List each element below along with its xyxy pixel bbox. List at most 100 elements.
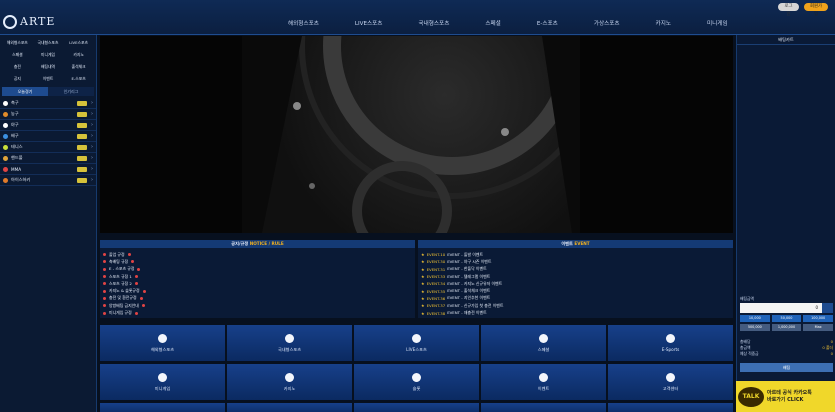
amount-chip[interactable]: 500,000 (740, 324, 770, 331)
amount-chip[interactable]: Max (803, 324, 833, 331)
quick-link[interactable]: 배팅내역 (33, 61, 64, 72)
event-item[interactable]: ★ EVENT.38 EVENT - 재충전 이벤트 (421, 309, 733, 316)
event-header: 이벤트 EVENT (418, 240, 733, 248)
quick-link[interactable]: 공지 (2, 73, 33, 84)
sport-item[interactable]: 아이스하키 › (0, 175, 96, 186)
quick-link[interactable]: 출석체크 (63, 61, 94, 72)
notice-item[interactable]: 스포츠 규정 2 (103, 280, 415, 287)
chevron-right-icon: › (91, 133, 93, 139)
quick-link[interactable]: 카지노 (63, 49, 94, 60)
nav-item[interactable]: 가상스포츠 (576, 18, 638, 30)
notice-item[interactable]: 스포츠 규정 1 (103, 273, 415, 280)
nav-item[interactable]: 카지노 (638, 18, 689, 30)
quick-link[interactable]: 스페셜 (2, 49, 33, 60)
event-code: EVENT.37 (426, 303, 446, 309)
sport-item[interactable]: 배구 › (0, 131, 96, 142)
notice-item[interactable]: E - 스포츠 규정 (103, 266, 415, 273)
count-badge (77, 111, 87, 117)
reset-icon[interactable] (822, 303, 833, 313)
sport-item[interactable]: MMA › (0, 164, 96, 175)
amount-chip[interactable]: 10,000 (740, 315, 770, 322)
sport-label: 농구 (11, 111, 19, 116)
category-tile[interactable]: E-Sports (608, 325, 733, 361)
notice-list: 졸업 규정 축배팅 규정 E - 스포츠 규정 스포츠 규정 1 스포츠 규정 2 카지노… (100, 248, 415, 318)
notice-item[interactable]: 카지노 & 슬롯규정 (103, 287, 415, 294)
quick-link[interactable]: E-스포츠 (63, 73, 94, 84)
event-title: 이벤트 (561, 241, 573, 246)
sport-item[interactable]: 테니스 › (0, 142, 96, 153)
bullet-icon (103, 282, 106, 286)
category-tile[interactable]: 미니게임 (100, 364, 225, 400)
event-item[interactable]: ★ EVENT.36 EVENT - 지인추천 이벤트 (421, 295, 733, 302)
quick-link[interactable]: LIVE스포츠 (63, 37, 94, 48)
place-bet-button[interactable]: 배팅 (740, 363, 833, 372)
category-tile[interactable]: 슬롯 (354, 364, 479, 400)
site-logo[interactable]: ARTE (3, 14, 55, 29)
event-item[interactable]: ★ EVENT.33 EVENT - 텔레그램 이벤트 (421, 273, 733, 280)
notice-title: 공지/규정 (231, 241, 249, 246)
event-text: EVENT - 신규가입 첫 충전 이벤트 (447, 302, 504, 308)
tab-popular[interactable]: 인기리그 (48, 87, 94, 96)
category-tile[interactable]: 해외형스포츠 (100, 325, 225, 361)
event-item[interactable]: ★ EVENT.30 EVENT - 야구 시즌 이벤트 (421, 258, 733, 265)
join-button[interactable]: 회원가입 (804, 3, 828, 17)
nav-item[interactable]: LIVE스포츠 (337, 18, 401, 30)
nav-item[interactable]: 해외형스포츠 (270, 18, 337, 30)
tab-today[interactable]: 오늘경기 (2, 87, 48, 96)
notice-item[interactable]: 축배팅 규정 (103, 258, 415, 265)
chevron-right-icon: › (91, 144, 93, 150)
sport-item[interactable]: 농구 › (0, 109, 96, 120)
sport-icon (3, 177, 8, 183)
nav-item[interactable]: E-스포츠 (519, 18, 576, 30)
notice-item[interactable]: 충전 및 환전규정 (103, 295, 415, 302)
event-item[interactable]: ★ EVENT.35 EVENT - 출석체크 이벤트 (421, 287, 733, 294)
category-tile[interactable]: 카지노 (227, 364, 352, 400)
category-tile[interactable]: 국내형스포츠 (227, 325, 352, 361)
event-code: EVENT.36 (426, 295, 446, 301)
sport-item[interactable]: 핸드볼 › (0, 153, 96, 164)
notice-item[interactable]: 미니게임 규정 (103, 309, 415, 316)
sport-item[interactable]: 야구 › (0, 120, 96, 131)
quick-link[interactable]: 미니게임 (33, 49, 64, 60)
event-text: EVENT - 출석체크 이벤트 (447, 288, 491, 294)
event-text: EVENT - 카지노 신규유저 이벤트 (447, 280, 503, 286)
quick-link[interactable]: 충전 (2, 61, 33, 72)
bet-slip-panel: 배팅카트 배팅금액 0 10,000 50,000 100,000 500,000 1,… (736, 35, 835, 412)
main-nav: 해외형스포츠 LIVE스포츠 국내형스포츠 스페셜 E-스포츠 가상스포츠 카지… (270, 18, 746, 30)
category-tile[interactable]: 이벤트 (481, 364, 606, 400)
category-tile[interactable]: 스페셜 (481, 325, 606, 361)
event-item[interactable]: ★ EVENT.34 EVENT - 카지노 신규유저 이벤트 (421, 280, 733, 287)
amount-chip[interactable]: 1,000,000 (771, 324, 802, 331)
category-tile[interactable] (354, 403, 479, 412)
star-icon: ★ (421, 274, 425, 280)
category-tile[interactable]: 고객센터 (608, 364, 733, 400)
nav-item[interactable]: 미니게임 (689, 18, 746, 30)
sport-label: 야구 (11, 122, 19, 127)
event-item[interactable]: ★ EVENT.37 EVENT - 신규가입 첫 충전 이벤트 (421, 302, 733, 309)
category-tile[interactable] (481, 403, 606, 412)
amount-chip[interactable]: 100,000 (803, 315, 833, 322)
category-tile[interactable]: LIVE스포츠 (354, 325, 479, 361)
sport-item[interactable]: 축구 › (0, 98, 96, 109)
category-tile[interactable] (608, 403, 733, 412)
category-tile[interactable] (100, 403, 225, 412)
event-item[interactable]: ★ EVENT.10 EVENT - 돌발 이벤트 (421, 251, 733, 258)
nav-item[interactable]: 국내형스포츠 (400, 18, 467, 30)
count-badge (77, 122, 87, 128)
amount-chip[interactable]: 50,000 (771, 315, 802, 322)
quick-link[interactable]: 이벤트 (33, 73, 64, 84)
talk-icon: TALK (738, 386, 764, 407)
star-icon: ★ (421, 259, 425, 265)
notice-item[interactable]: 양방배팅 금지안내 (103, 302, 415, 309)
kakaotalk-banner[interactable]: TALK 아르테 공식 카카오톡 바로가기 CLICK (736, 381, 835, 412)
nav-item[interactable]: 스페셜 (467, 18, 518, 30)
quick-link[interactable]: 국내형스포츠 (33, 37, 64, 48)
new-badge-icon (134, 282, 138, 286)
login-button[interactable]: 로그인 (778, 3, 799, 17)
quick-link[interactable]: 해외형스포츠 (2, 37, 33, 48)
bet-amount-input[interactable]: 0 (740, 303, 833, 313)
event-item[interactable]: ★ EVENT.31 EVENT - 한돌닥 이벤트 (421, 266, 733, 273)
star-icon: ★ (421, 288, 425, 294)
category-tile[interactable] (227, 403, 352, 412)
notice-item[interactable]: 졸업 규정 (103, 251, 415, 258)
